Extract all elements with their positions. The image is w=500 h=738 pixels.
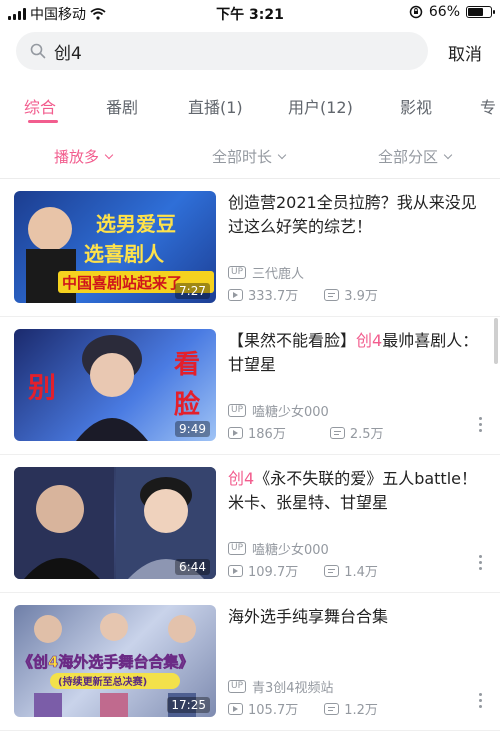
danmaku-icon bbox=[324, 564, 340, 577]
status-right: 66% bbox=[409, 4, 495, 20]
video-duration: 6:44 bbox=[175, 559, 210, 575]
scrollbar[interactable] bbox=[494, 318, 498, 364]
tab-comprehensive[interactable]: 综合 bbox=[24, 94, 56, 118]
battery-icon bbox=[466, 6, 495, 18]
up-badge-icon: UP bbox=[228, 404, 247, 417]
video-stats: 105.7万 1.2万 bbox=[228, 699, 404, 718]
chevron-down-icon bbox=[104, 150, 114, 159]
thumbnail-caption-2: 看 bbox=[174, 350, 200, 380]
uploader-row[interactable]: UP 嗑糖少女000 bbox=[228, 539, 329, 558]
video-thumbnail[interactable]: 别 看 脸 9:49 bbox=[14, 329, 216, 441]
view-count: 109.7万 bbox=[248, 565, 299, 580]
title-highlight: 创4 bbox=[228, 469, 255, 488]
play-count-icon bbox=[228, 288, 243, 301]
video-card[interactable]: 6:44 创4《永不失联的爱》五人battle！米卡、张星特、甘望星 UP 嗑糖… bbox=[0, 455, 500, 593]
video-title[interactable]: 创4《永不失联的爱》五人battle！米卡、张星特、甘望星 bbox=[228, 467, 484, 515]
filter-sort[interactable]: 播放多 bbox=[54, 146, 114, 167]
search-icon bbox=[30, 43, 46, 59]
title-text-tail: 《永不失联的爱》五人battle！米卡、张星特、甘望星 bbox=[228, 469, 477, 512]
uploader-row[interactable]: UP 三代鹿人 bbox=[228, 263, 304, 282]
danmaku-icon bbox=[329, 426, 345, 439]
filter-category-label: 全部分区 bbox=[378, 148, 439, 166]
video-title[interactable]: 创造营2021全员拉胯？我从来没见过这么好笑的综艺！ bbox=[228, 191, 484, 239]
danmaku-icon bbox=[324, 702, 340, 715]
video-duration: 17:25 bbox=[167, 697, 210, 713]
video-thumbnail[interactable]: 《创4海外选手舞台合集》 (持续更新至总决赛) 17:25 bbox=[14, 605, 216, 717]
video-card[interactable]: 选男爱豆 选喜剧人 中国喜剧站起来了 7:27 创造营2021全员拉胯？我从来没… bbox=[0, 179, 500, 317]
uploader-name: 嗑糖少女000 bbox=[252, 543, 329, 558]
up-badge-icon: UP bbox=[228, 680, 247, 693]
thumbnail-caption-1: 《创4海外选手舞台合集》 bbox=[18, 653, 193, 671]
uploader-name: 青3创4视频站 bbox=[252, 681, 334, 696]
danmaku-count: 2.5万 bbox=[349, 427, 384, 442]
video-thumbnail[interactable]: 选男爱豆 选喜剧人 中国喜剧站起来了 7:27 bbox=[14, 191, 216, 303]
play-count-icon bbox=[228, 426, 243, 439]
up-badge-icon: UP bbox=[228, 266, 247, 279]
thumbnail-caption-2: (持续更新至总决赛) bbox=[58, 675, 147, 688]
up-badge-icon: UP bbox=[228, 542, 247, 555]
title-highlight: 创4 bbox=[356, 331, 383, 350]
uploader-name: 三代鹿人 bbox=[252, 267, 305, 282]
search-input[interactable] bbox=[54, 41, 394, 61]
view-count: 105.7万 bbox=[248, 703, 299, 718]
uploader-row[interactable]: UP 青3创4视频站 bbox=[228, 677, 334, 696]
danmaku-count: 1.4万 bbox=[344, 565, 378, 580]
video-title[interactable]: 【果然不能看脸】创4最帅喜剧人：甘望星 bbox=[228, 329, 484, 377]
play-count-icon bbox=[228, 702, 243, 715]
danmaku-count: 1.2万 bbox=[344, 703, 378, 718]
video-title[interactable]: 海外选手纯享舞台合集 bbox=[228, 605, 484, 629]
battery-percent: 66% bbox=[428, 4, 460, 20]
video-stats: 109.7万 1.4万 bbox=[228, 561, 404, 580]
orientation-lock-icon bbox=[409, 5, 423, 19]
video-thumbnail[interactable]: 6:44 bbox=[14, 467, 216, 579]
filter-duration[interactable]: 全部时长 bbox=[212, 146, 287, 167]
tab-topics[interactable]: 专 bbox=[480, 94, 496, 118]
video-stats: 186万 2.5万 bbox=[228, 423, 410, 442]
uploader-name: 嗑糖少女000 bbox=[252, 405, 329, 420]
title-text: 创造营2021全员拉胯？我从来没见过这么好笑的综艺！ bbox=[228, 193, 477, 236]
chevron-down-icon bbox=[443, 150, 453, 159]
video-card[interactable]: 别 看 脸 9:49 【果然不能看脸】创4最帅喜剧人：甘望星 UP 嗑糖少女00… bbox=[0, 317, 500, 455]
more-options-icon[interactable] bbox=[479, 417, 482, 432]
active-tab-indicator bbox=[28, 120, 58, 123]
view-count: 333.7万 bbox=[248, 289, 299, 304]
tab-movies[interactable]: 影视 bbox=[400, 94, 432, 118]
video-card[interactable]: 《创4海外选手舞台合集》 (持续更新至总决赛) 17:25 海外选手纯享舞台合集… bbox=[0, 593, 500, 731]
filter-category[interactable]: 全部分区 bbox=[378, 146, 453, 167]
thumbnail-caption-1: 别 bbox=[28, 371, 56, 404]
more-options-icon[interactable] bbox=[479, 693, 482, 708]
thumbnail-caption-1: 选男爱豆 bbox=[96, 212, 176, 236]
filter-sort-label: 播放多 bbox=[54, 148, 100, 166]
video-stats: 333.7万 3.9万 bbox=[228, 285, 404, 304]
tab-live[interactable]: 直播(1) bbox=[188, 94, 243, 118]
thumbnail-caption-3: 脸 bbox=[174, 389, 201, 420]
filter-bar: 播放多 全部时长 全部分区 bbox=[0, 138, 500, 174]
more-options-icon[interactable] bbox=[479, 555, 482, 570]
status-bar: 中国移动 下午 3:21 66% bbox=[0, 0, 500, 26]
uploader-row[interactable]: UP 嗑糖少女000 bbox=[228, 401, 329, 420]
tab-anime[interactable]: 番剧 bbox=[106, 94, 138, 118]
chevron-down-icon bbox=[277, 150, 287, 159]
search-tabs: 综合 番剧 直播(1) 用户(12) 影视 专 bbox=[0, 80, 500, 126]
danmaku-count: 3.9万 bbox=[344, 289, 378, 304]
danmaku-icon bbox=[324, 288, 340, 301]
title-text: 【果然不能看脸】 bbox=[228, 331, 357, 350]
video-duration: 9:49 bbox=[175, 421, 210, 437]
tab-users[interactable]: 用户(12) bbox=[288, 94, 353, 118]
video-duration: 7:27 bbox=[175, 283, 210, 299]
thumbnail-caption-2: 选喜剧人 bbox=[84, 242, 165, 266]
search-bar[interactable] bbox=[16, 32, 428, 70]
thumbnail-caption-3: 中国喜剧站起来了 bbox=[62, 274, 182, 292]
cancel-button[interactable]: 取消 bbox=[448, 40, 482, 65]
view-count: 186万 bbox=[248, 427, 286, 442]
play-count-icon bbox=[228, 564, 243, 577]
filter-duration-label: 全部时长 bbox=[212, 148, 273, 166]
title-text: 海外选手纯享舞台合集 bbox=[228, 607, 389, 626]
